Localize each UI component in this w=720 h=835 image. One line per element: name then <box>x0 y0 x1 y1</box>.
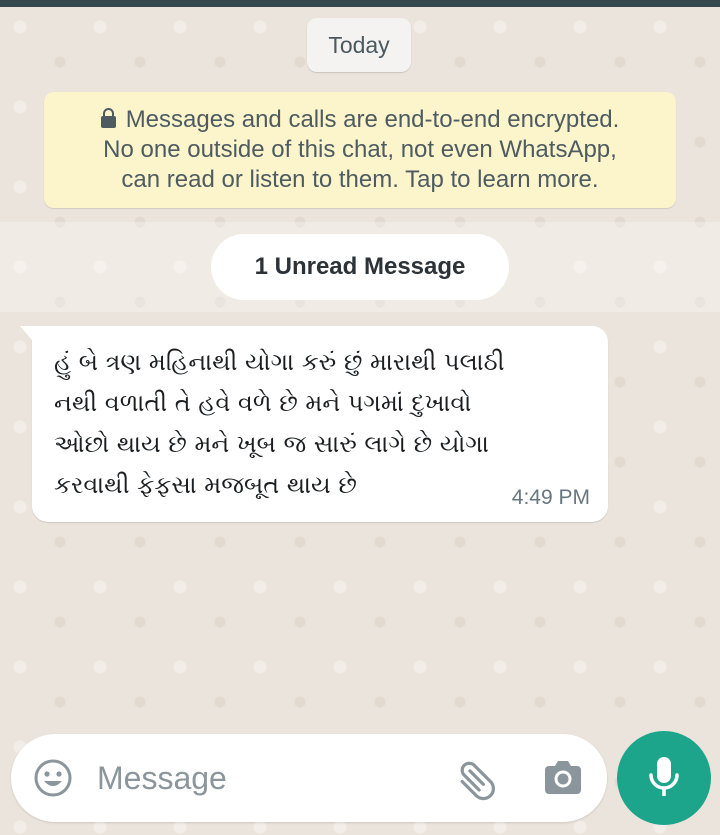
app-header-edge <box>0 0 720 7</box>
message-line: નથી વળાતી તે હવે વળે છે મને પગમાં દુખાવો <box>54 389 472 417</box>
encryption-notice-line-2: No one outside of this chat, not even Wh… <box>103 136 617 163</box>
encryption-notice-line-3: can read or listen to them. Tap to learn… <box>121 166 599 193</box>
lock-icon <box>100 108 116 128</box>
date-separator-label: Today <box>328 31 390 58</box>
unread-messages-label: 1 Unread Message <box>254 253 466 280</box>
voice-message-button[interactable] <box>617 731 711 825</box>
incoming-message-bubble[interactable]: હું બે ત્રણ મહિનાથી યોગા કરું છું મારાથી… <box>20 326 608 522</box>
date-separator: Today <box>307 18 411 72</box>
bubble-tail <box>20 326 32 340</box>
emoji-icon[interactable] <box>33 758 73 798</box>
unread-messages-badge: 1 Unread Message <box>211 234 509 300</box>
encryption-notice-line-1: Messages and calls are end-to-end encryp… <box>125 106 620 133</box>
message-compose-box <box>11 734 607 822</box>
attach-icon[interactable] <box>453 754 501 802</box>
encryption-notice[interactable]: Messages and calls are end-to-end encryp… <box>44 92 676 208</box>
message-text: હું બે ત્રણ મહિનાથી યોગા કરું છું મારાથી… <box>54 342 594 506</box>
camera-icon[interactable] <box>541 756 585 800</box>
message-line: હું બે ત્રણ મહિનાથી યોગા કરું છું મારાથી… <box>54 348 505 376</box>
message-input[interactable] <box>97 752 437 804</box>
mic-icon <box>649 757 679 796</box>
encryption-notice-text: Messages and calls are end-to-end encryp… <box>100 105 620 195</box>
message-line: ઓછો થાય છે મને ખૂબ જ સારું લાગે છે યોગા <box>54 430 489 458</box>
message-timestamp: 4:49 PM <box>511 486 590 509</box>
